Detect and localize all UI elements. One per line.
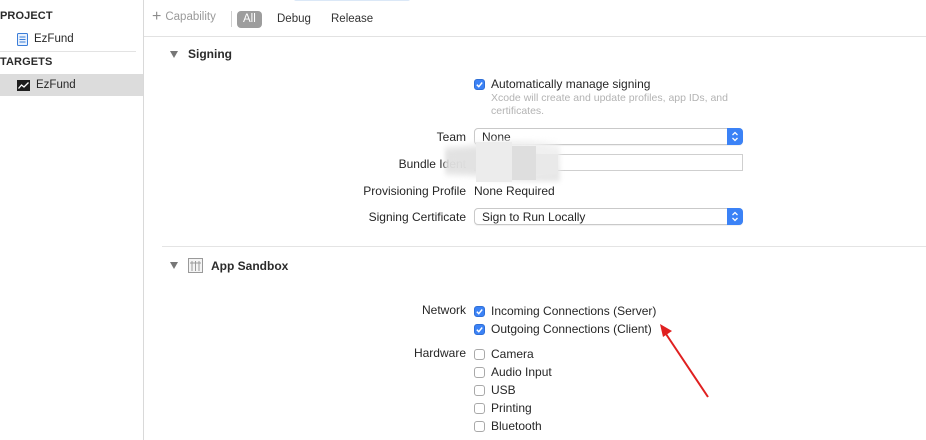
sidebar-item-label: EzFund <box>36 79 76 91</box>
camera-checkbox[interactable]: Camera <box>474 347 534 361</box>
add-capability-button[interactable]: + Capability <box>152 8 216 25</box>
audio-input-checkbox[interactable]: Audio Input <box>474 365 552 379</box>
signing-certificate-value: Sign to Run Locally <box>482 210 586 224</box>
printing-checkbox[interactable]: Printing <box>474 401 532 415</box>
outgoing-connections-checkbox[interactable]: Outgoing Connections (Client) <box>474 322 652 336</box>
disclosure-triangle-icon[interactable] <box>170 262 178 269</box>
checkbox-unchecked-icon[interactable] <box>474 420 485 432</box>
checkbox-checked-icon[interactable] <box>474 305 485 317</box>
sandbox-icon <box>188 258 203 273</box>
project-file-icon <box>17 32 28 46</box>
checkbox-checked-icon[interactable] <box>474 78 485 90</box>
scroll-shadow <box>294 0 410 1</box>
capabilities-toolbar: + Capability All Debug Release <box>144 0 926 37</box>
target-app-icon <box>17 79 30 91</box>
redaction-block <box>476 142 512 182</box>
checkbox-checked-icon[interactable] <box>474 323 485 335</box>
signing-certificate-label: Signing Certificate <box>368 210 466 224</box>
sidebar-item-label: EzFund <box>34 33 74 45</box>
targets-heading: TARGETS <box>0 56 53 68</box>
tab-all[interactable]: All <box>237 11 262 28</box>
sidebar-item-project[interactable]: EzFund <box>0 28 143 50</box>
redaction-block <box>512 146 536 180</box>
checkbox-unchecked-icon[interactable] <box>474 384 485 396</box>
app-sandbox-section-header[interactable]: App Sandbox <box>170 258 288 273</box>
add-capability-label: Capability <box>165 11 216 23</box>
provisioning-profile-value: None Required <box>474 184 555 198</box>
checkbox-unchecked-icon[interactable] <box>474 402 485 414</box>
checkbox-unchecked-icon[interactable] <box>474 366 485 378</box>
tab-release[interactable]: Release <box>325 11 379 28</box>
checkbox-label: Camera <box>491 347 534 361</box>
signing-section-header[interactable]: Signing <box>170 47 232 61</box>
checkbox-label: Outgoing Connections (Client) <box>491 322 652 336</box>
checkbox-label: USB <box>491 383 516 397</box>
section-title: Signing <box>188 47 232 61</box>
hardware-label: Hardware <box>413 346 466 360</box>
tab-debug[interactable]: Debug <box>271 11 317 28</box>
auto-manage-signing-checkbox[interactable]: Automatically manage signing <box>474 77 650 91</box>
incoming-connections-checkbox[interactable]: Incoming Connections (Server) <box>474 304 656 318</box>
section-title: App Sandbox <box>211 258 289 273</box>
sidebar-divider <box>0 51 136 52</box>
checkbox-label: Printing <box>491 401 532 415</box>
project-heading: PROJECT <box>0 10 53 22</box>
redaction-block <box>536 154 558 174</box>
checkbox-label: Incoming Connections (Server) <box>491 304 657 318</box>
signing-certificate-select[interactable]: Sign to Run Locally <box>474 208 743 225</box>
usb-checkbox[interactable]: USB <box>474 383 516 397</box>
bluetooth-checkbox[interactable]: Bluetooth <box>474 419 542 433</box>
checkbox-unchecked-icon[interactable] <box>474 348 485 360</box>
network-label: Network <box>421 303 466 317</box>
section-divider <box>162 246 926 247</box>
annotation-arrow <box>660 324 709 398</box>
checkbox-label: Bluetooth <box>491 419 542 433</box>
plus-icon: + <box>152 8 162 25</box>
provisioning-profile-label: Provisioning Profile <box>363 184 466 198</box>
disclosure-triangle-icon[interactable] <box>170 50 178 58</box>
checkbox-label: Automatically manage signing <box>491 77 651 91</box>
auto-manage-hint: Xcode will create and update profiles, a… <box>491 92 728 117</box>
sidebar-item-target[interactable]: EzFund <box>0 74 143 96</box>
navigator-sidebar: PROJECT EzFund TARGETS EzFund <box>0 0 144 440</box>
updown-chevron-icon <box>727 128 743 145</box>
checkbox-label: Audio Input <box>491 365 552 379</box>
toolbar-divider <box>231 11 232 27</box>
updown-chevron-icon <box>727 208 743 225</box>
